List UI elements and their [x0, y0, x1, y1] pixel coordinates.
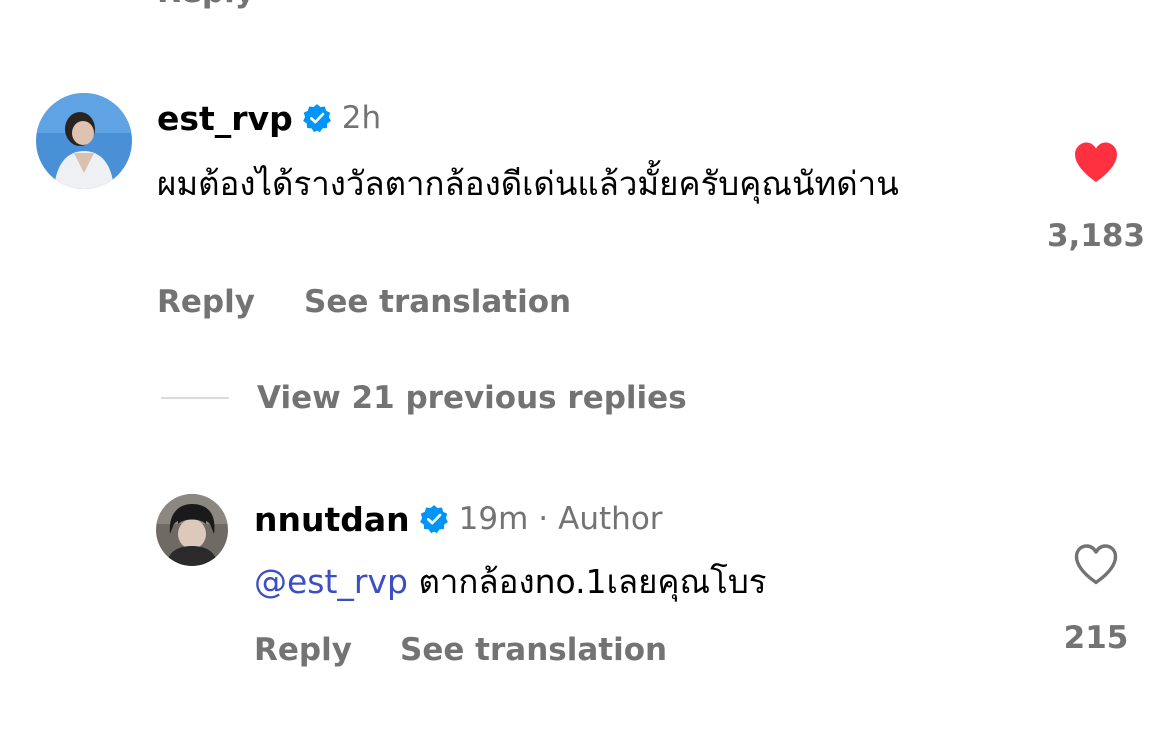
- reply-username[interactable]: nnutdan: [254, 500, 410, 539]
- meta-separator: ·: [538, 501, 549, 537]
- heart-filled-icon[interactable]: [1072, 140, 1120, 188]
- view-previous-replies-label[interactable]: View 21 previous replies: [257, 380, 687, 416]
- reply-button[interactable]: Reply: [157, 284, 255, 320]
- comments-thread: Reply est_rvp 2h ผมต้องได้รางวัลตากล้องด…: [0, 0, 1158, 734]
- reply-body: ตากล้องno.1เลยคุณโบร: [407, 562, 767, 601]
- verified-badge-icon: [302, 103, 332, 133]
- view-previous-replies[interactable]: View 21 previous replies: [161, 378, 687, 418]
- reply-text: @est_rvp ตากล้องno.1เลยคุณโบร: [254, 556, 1014, 608]
- reply-button[interactable]: Reply: [254, 632, 352, 668]
- heart-outline-icon[interactable]: [1072, 542, 1120, 590]
- comment-text: ผมต้องได้รางวัลตากล้องดีเด่นแล้วมั้ยครับ…: [157, 164, 899, 203]
- mention-link[interactable]: @est_rvp: [254, 562, 408, 601]
- see-translation-button[interactable]: See translation: [304, 284, 571, 320]
- divider-line: [161, 397, 229, 399]
- reply-like: 215: [1044, 542, 1148, 656]
- comment-header: est_rvp 2h: [157, 96, 381, 140]
- comment-like: 3,183: [1044, 140, 1148, 254]
- reply-time: 19m: [458, 501, 529, 537]
- previous-reply-button[interactable]: Reply: [157, 0, 255, 10]
- like-count: 3,183: [1046, 218, 1146, 254]
- like-count: 215: [1063, 620, 1129, 656]
- verified-badge-icon: [419, 504, 449, 534]
- avatar[interactable]: [36, 93, 132, 189]
- avatar[interactable]: [156, 494, 228, 566]
- comment-username[interactable]: est_rvp: [157, 99, 293, 138]
- see-translation-button[interactable]: See translation: [400, 632, 667, 668]
- comment-time: 2h: [341, 100, 382, 136]
- reply-header: nnutdan 19m · Author: [254, 497, 663, 541]
- author-label: Author: [558, 501, 663, 537]
